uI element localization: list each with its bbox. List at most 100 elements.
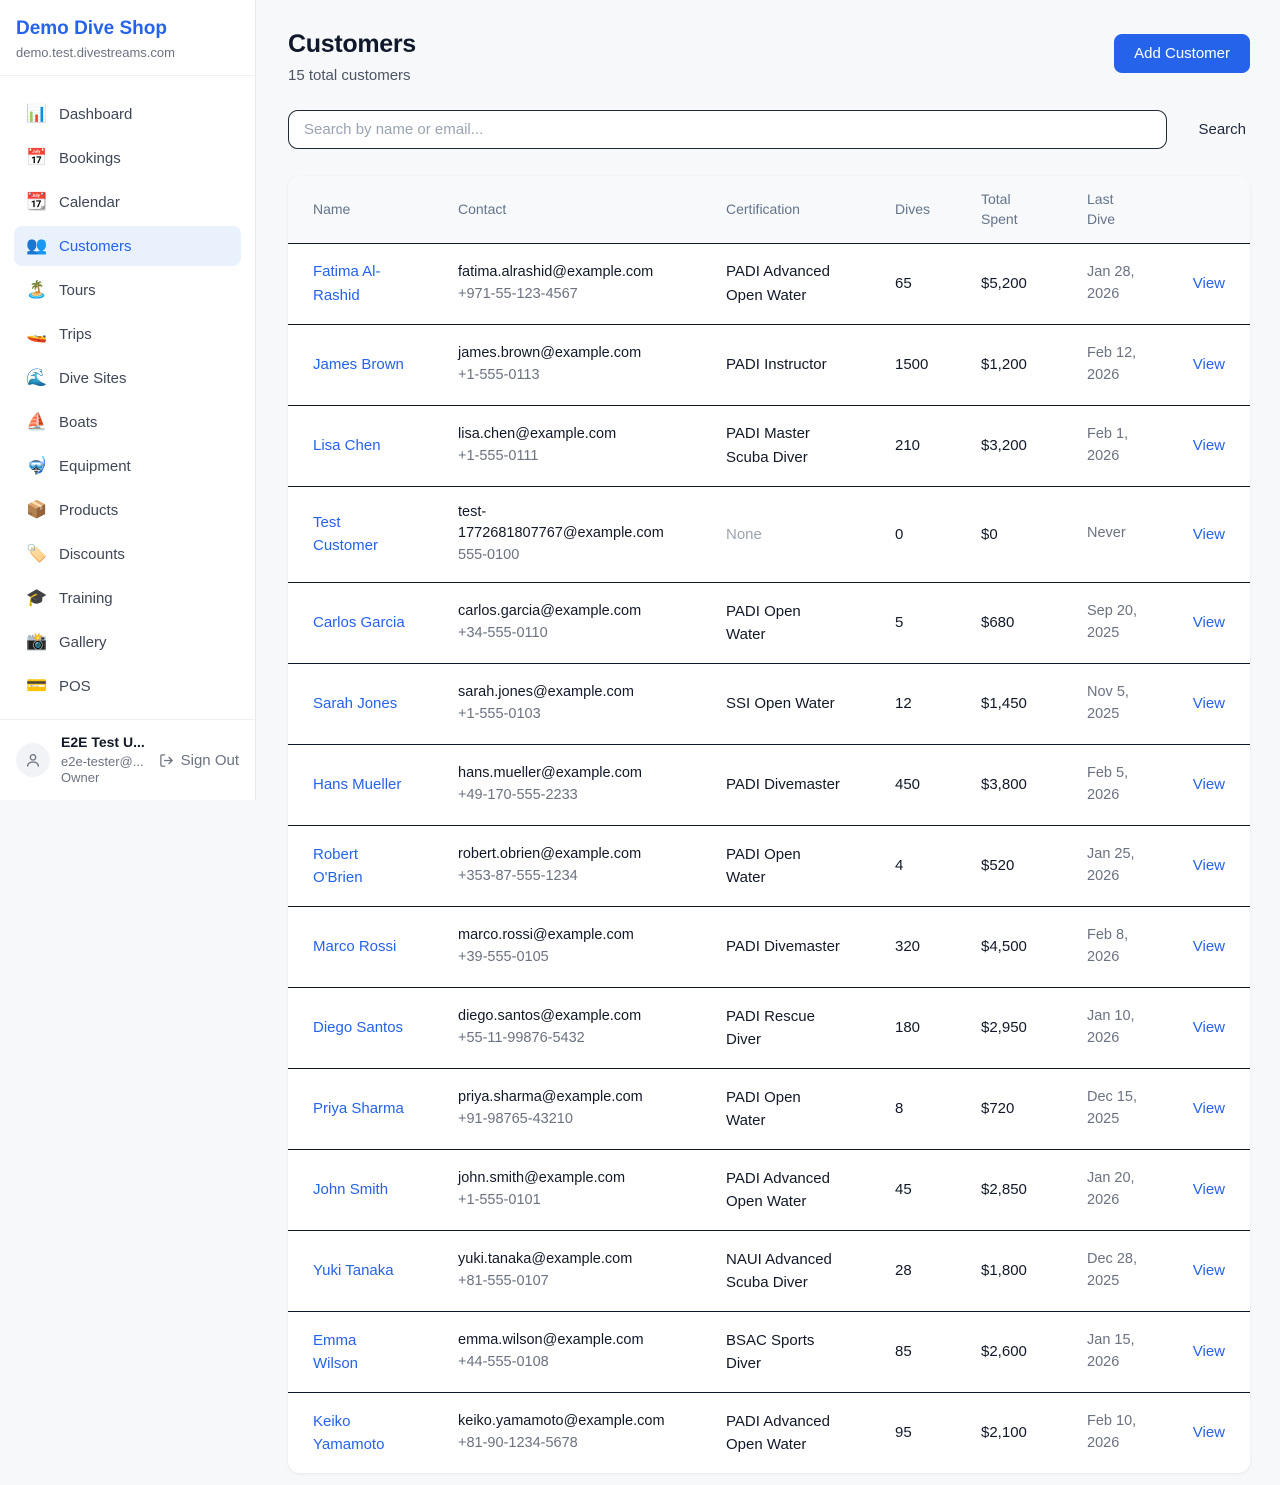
- customer-name-link[interactable]: Sarah Jones: [313, 692, 397, 715]
- customer-name-link[interactable]: Yuki Tanaka: [313, 1259, 394, 1282]
- view-link[interactable]: View: [1193, 614, 1225, 631]
- customer-certification-cell: None: [726, 508, 895, 561]
- sidebar-item-dive-sites[interactable]: 🌊 Dive Sites: [14, 358, 241, 398]
- sidebar-item-pos[interactable]: 💳 POS: [14, 666, 241, 706]
- customer-name-link[interactable]: Fatima Al-Rashid: [313, 260, 405, 307]
- customer-name-link[interactable]: Emma Wilson: [313, 1329, 405, 1376]
- nav-item-icon: 🚤: [26, 324, 46, 344]
- customer-dives: 0: [895, 511, 981, 558]
- customer-certification: PADI Advanced Open Water: [726, 260, 844, 307]
- search-button[interactable]: Search: [1194, 121, 1250, 138]
- customer-name-link[interactable]: Priya Sharma: [313, 1097, 404, 1120]
- customer-total-spent: $2,950: [981, 1004, 1087, 1051]
- customer-email: diego.santos@example.com: [458, 1006, 668, 1028]
- customer-name-link[interactable]: Lisa Chen: [313, 434, 381, 457]
- customer-certification: PADI Open Water: [726, 1086, 844, 1133]
- nav-item-icon: 📅: [26, 148, 46, 168]
- sidebar-item-tours[interactable]: 🏝️ Tours: [14, 270, 241, 310]
- sidebar-item-trips[interactable]: 🚤 Trips: [14, 314, 241, 354]
- view-link[interactable]: View: [1193, 857, 1225, 874]
- customer-total-spent: $5,200: [981, 260, 1087, 307]
- customer-certification-cell: PADI Open Water: [726, 585, 895, 662]
- customer-name-link[interactable]: Test Customer: [313, 511, 405, 558]
- customer-contact-cell: john.smith@example.com +1-555-0101: [458, 1153, 726, 1227]
- view-link[interactable]: View: [1193, 356, 1225, 373]
- customer-contact-cell: hans.mueller@example.com +49-170-555-223…: [458, 748, 726, 822]
- shop-domain: demo.test.divestreams.com: [16, 45, 239, 60]
- sidebar-footer: E2E Test U... e2e-tester@... Owner Sign …: [0, 719, 255, 800]
- customer-contact-cell: lisa.chen@example.com +1-555-0111: [458, 409, 726, 483]
- customer-certification-cell: BSAC Sports Diver: [726, 1314, 895, 1391]
- view-link[interactable]: View: [1193, 776, 1225, 793]
- nav-item-icon: 📦: [26, 500, 46, 520]
- nav-item-label: POS: [59, 678, 91, 695]
- customer-name-cell: Carlos Garcia: [313, 596, 458, 649]
- customer-dives: 12: [895, 680, 981, 727]
- customer-name-link[interactable]: Robert O'Brien: [313, 843, 405, 890]
- customer-certification-cell: PADI Divemaster: [726, 920, 895, 973]
- customer-name-link[interactable]: John Smith: [313, 1178, 388, 1201]
- view-link[interactable]: View: [1193, 526, 1225, 543]
- view-link[interactable]: View: [1193, 1181, 1225, 1198]
- sidebar-item-training[interactable]: 🎓 Training: [14, 578, 241, 618]
- view-link[interactable]: View: [1193, 1343, 1225, 1360]
- customer-name-link[interactable]: Carlos Garcia: [313, 611, 405, 634]
- view-link[interactable]: View: [1193, 1019, 1225, 1036]
- sidebar-item-discounts[interactable]: 🏷️ Discounts: [14, 534, 241, 574]
- view-link[interactable]: View: [1193, 437, 1225, 454]
- sidebar-item-gallery[interactable]: 📸 Gallery: [14, 622, 241, 662]
- customer-name-cell: Emma Wilson: [313, 1314, 458, 1391]
- customer-certification-cell: PADI Advanced Open Water: [726, 245, 895, 322]
- customer-name-link[interactable]: James Brown: [313, 353, 404, 376]
- customer-view-cell: View: [1180, 260, 1225, 307]
- customer-contact-cell: marco.rossi@example.com +39-555-0105: [458, 910, 726, 984]
- customer-name-cell: John Smith: [313, 1163, 458, 1216]
- customer-name-cell: Fatima Al-Rashid: [313, 245, 458, 322]
- customer-certification: PADI Master Scuba Diver: [726, 422, 844, 469]
- column-header-dives: Dives: [895, 186, 981, 232]
- customer-name-link[interactable]: Diego Santos: [313, 1016, 403, 1039]
- sidebar-item-equipment[interactable]: 🤿 Equipment: [14, 446, 241, 486]
- customer-contact-cell: priya.sharma@example.com +91-98765-43210: [458, 1072, 726, 1146]
- nav-item-icon: 📸: [26, 632, 46, 652]
- sign-out-button[interactable]: Sign Out: [159, 752, 239, 769]
- view-link[interactable]: View: [1193, 1262, 1225, 1279]
- customer-phone: +81-555-0107: [458, 1271, 714, 1293]
- customer-phone: +1-555-0113: [458, 365, 714, 387]
- customer-dives: 45: [895, 1166, 981, 1213]
- customer-email: carlos.garcia@example.com: [458, 601, 668, 623]
- view-link[interactable]: View: [1193, 695, 1225, 712]
- view-link[interactable]: View: [1193, 275, 1225, 292]
- table-row: Fatima Al-Rashid fatima.alrashid@example…: [288, 243, 1250, 324]
- customer-name-link[interactable]: Keiko Yamamoto: [313, 1410, 405, 1457]
- view-link[interactable]: View: [1193, 938, 1225, 955]
- customer-certification: None: [726, 523, 844, 546]
- sidebar-item-boats[interactable]: ⛵ Boats: [14, 402, 241, 442]
- sidebar-item-customers[interactable]: 👥 Customers: [14, 226, 241, 266]
- sidebar-item-products[interactable]: 📦 Products: [14, 490, 241, 530]
- table-row: Sarah Jones sarah.jones@example.com +1-5…: [288, 663, 1250, 744]
- sidebar-item-bookings[interactable]: 📅 Bookings: [14, 138, 241, 178]
- sidebar-item-calendar[interactable]: 📆 Calendar: [14, 182, 241, 222]
- add-customer-button[interactable]: Add Customer: [1114, 34, 1250, 73]
- customer-last-dive-cell: Jan 10, 2026: [1087, 991, 1180, 1065]
- customer-phone: 555-0100: [458, 545, 714, 567]
- customer-dives: 8: [895, 1085, 981, 1132]
- user-email: e2e-tester@...: [61, 754, 145, 770]
- sidebar-item-dashboard[interactable]: 📊 Dashboard: [14, 94, 241, 134]
- page-title: Customers: [288, 30, 416, 59]
- customer-name-link[interactable]: Marco Rossi: [313, 935, 396, 958]
- customer-view-cell: View: [1180, 1328, 1225, 1375]
- customer-name-link[interactable]: Hans Mueller: [313, 773, 401, 796]
- view-link[interactable]: View: [1193, 1424, 1225, 1441]
- customer-email: james.brown@example.com: [458, 343, 668, 365]
- customer-phone: +81-90-1234-5678: [458, 1433, 714, 1455]
- nav-item-label: Bookings: [59, 150, 121, 167]
- nav-item-icon: ⛵: [26, 412, 46, 432]
- search-input[interactable]: [288, 110, 1167, 149]
- view-link[interactable]: View: [1193, 1100, 1225, 1117]
- customer-last-dive: Jan 25, 2026: [1087, 844, 1153, 888]
- customer-certification-cell: NAUI Advanced Scuba Diver: [726, 1233, 895, 1310]
- page-subtitle: 15 total customers: [288, 67, 416, 84]
- customer-name-cell: Hans Mueller: [313, 758, 458, 811]
